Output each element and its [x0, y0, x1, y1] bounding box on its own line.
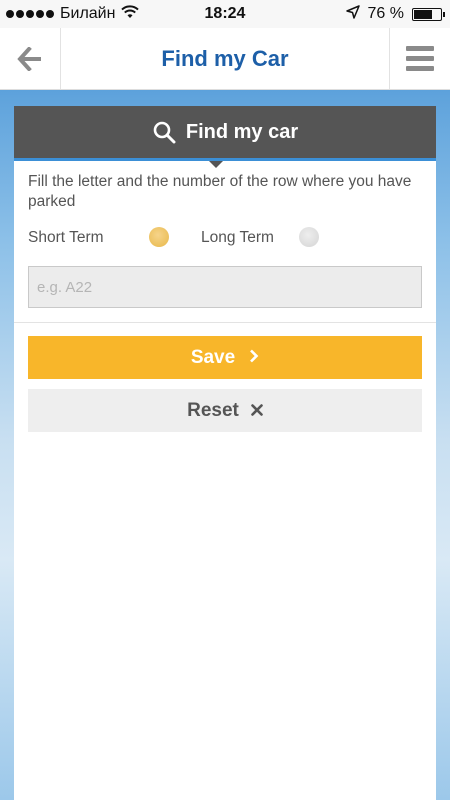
instructions-text: Fill the letter and the number of the ro… [28, 173, 412, 210]
panel-title: Find my car [185, 120, 299, 143]
search-icon [153, 121, 176, 144]
navigation-bar: Find my Car [0, 28, 450, 90]
save-label: Save [190, 346, 236, 368]
wifi-icon [121, 4, 140, 24]
panel-header: Find my car [14, 106, 436, 168]
reset-button[interactable]: Reset [28, 389, 422, 432]
close-icon [251, 400, 263, 421]
divider [14, 322, 436, 323]
back-button[interactable] [0, 28, 61, 89]
long-term-label: Long Term [201, 229, 274, 246]
signal-strength-icon [6, 10, 54, 18]
short-term-label: Short Term [28, 229, 104, 246]
parking-type-options: Short Term Long Term [28, 226, 428, 250]
save-button[interactable]: Save [28, 336, 422, 379]
status-bar: Билайн 18:24 76 % [0, 0, 450, 28]
location-arrow-icon [345, 4, 360, 24]
menu-button[interactable] [389, 28, 450, 89]
arrow-left-icon [17, 46, 41, 71]
short-term-radio[interactable] [149, 227, 169, 247]
reset-label: Reset [187, 399, 239, 421]
status-right: 76 % [345, 4, 445, 24]
long-term-radio[interactable] [299, 227, 319, 247]
parking-row-input[interactable] [28, 266, 422, 308]
header-accent-line [14, 158, 436, 161]
chevron-right-icon [249, 346, 259, 369]
page-title: Find my Car [161, 46, 289, 71]
battery-level [414, 9, 433, 19]
battery-percentage: 76 % [367, 5, 404, 22]
find-car-panel: Find my car Fill the letter and the numb… [14, 106, 436, 800]
hamburger-icon [406, 46, 434, 51]
battery-icon [412, 7, 445, 21]
carrier-name: Билайн [60, 5, 116, 22]
